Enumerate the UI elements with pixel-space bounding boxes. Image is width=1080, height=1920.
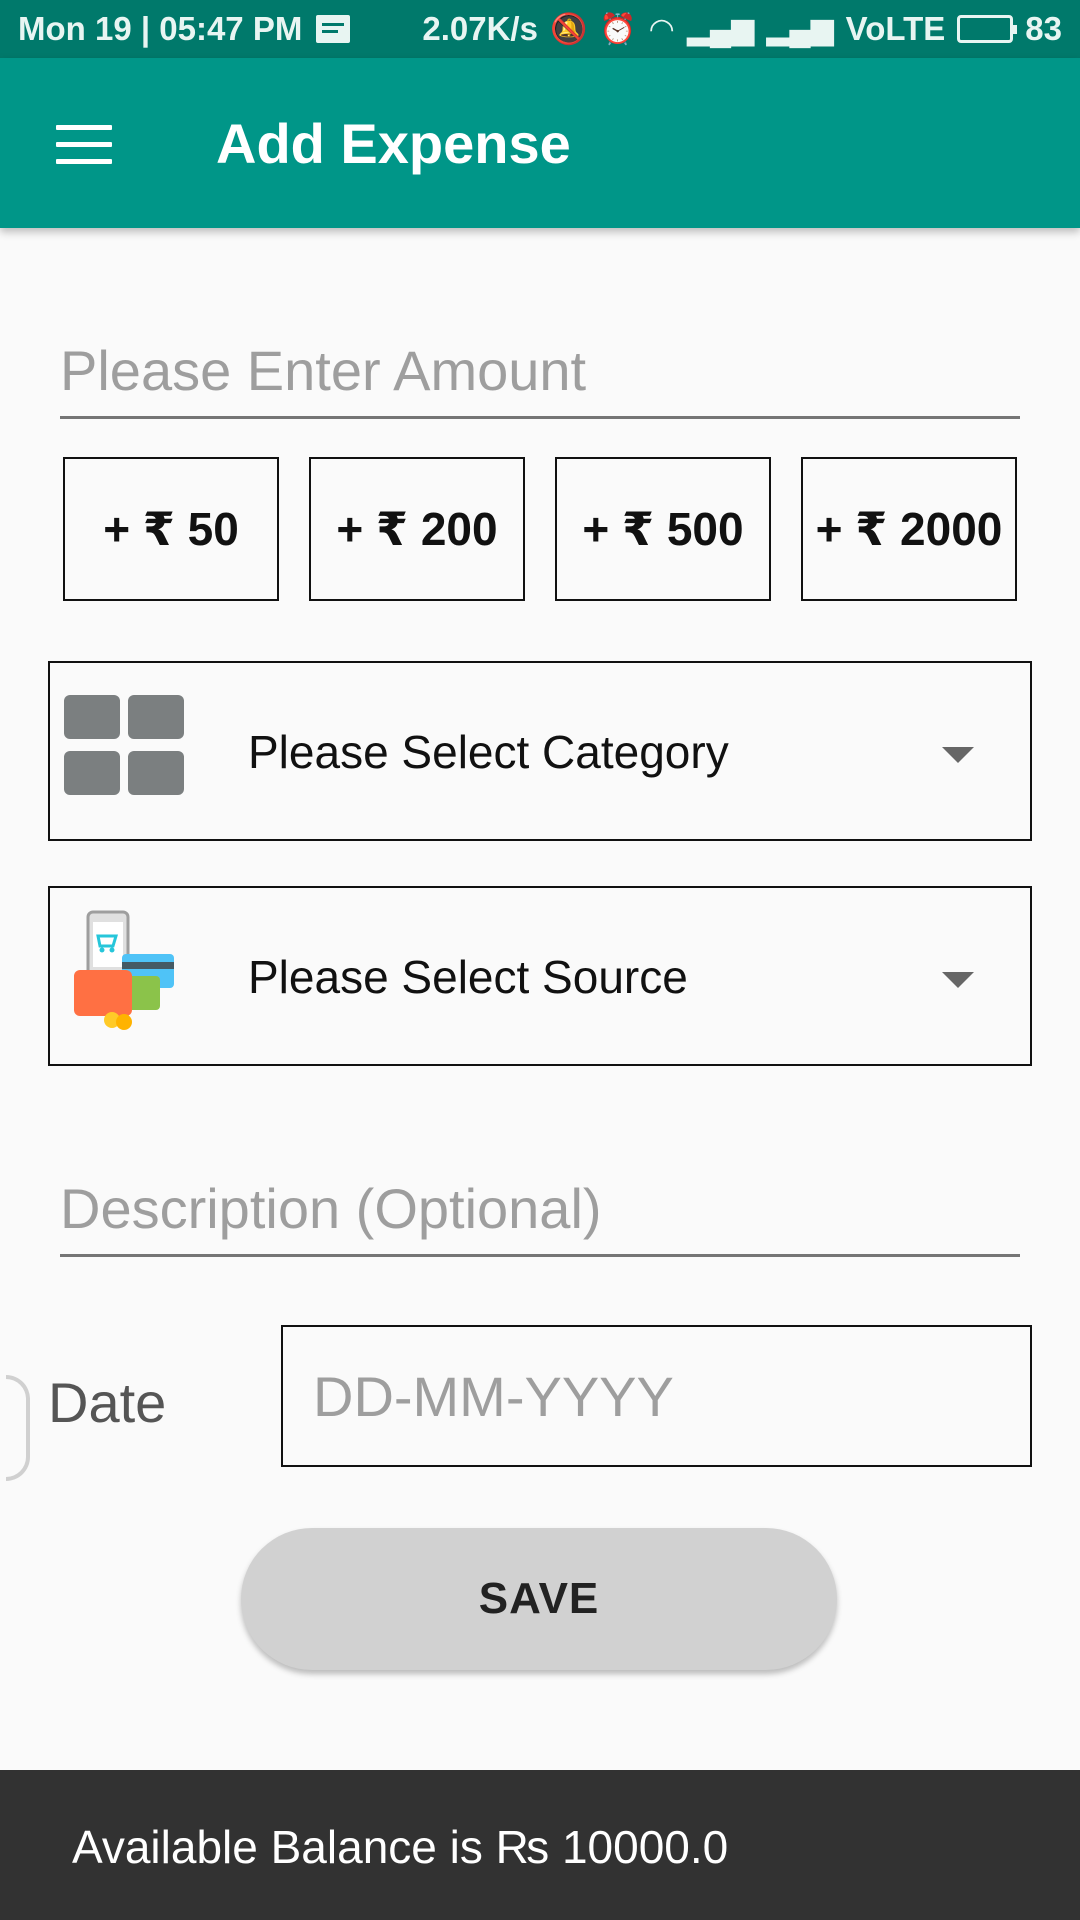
hamburger-menu-icon[interactable]	[56, 125, 112, 165]
add-500-button[interactable]: + ₹ 500	[555, 457, 771, 601]
date-input[interactable]	[281, 1325, 1032, 1467]
signal-icon: ▂▄▆	[766, 12, 834, 46]
add-200-button[interactable]: + ₹ 200	[309, 457, 525, 601]
battery-level: 83	[1025, 10, 1062, 47]
battery-icon	[957, 15, 1018, 43]
status-time: Mon 19 | 05:47 PM	[18, 10, 303, 47]
app-bar: Add Expense	[0, 58, 1080, 228]
network-type: VoLTE	[845, 10, 946, 47]
chevron-down-icon	[942, 972, 974, 988]
balance-snackbar: Available Balance is ₨ 10000.0	[0, 1770, 1080, 1920]
amount-input[interactable]	[60, 325, 1020, 419]
signal-icon: ▂▄▆	[686, 12, 755, 46]
date-label: Date	[48, 1371, 167, 1434]
status-bar: Mon 19 | 05:47 PM 2.07K/s 🔕 ⏰ ◠ ▂▄▆ ▂▄▆ …	[0, 0, 1080, 58]
save-button[interactable]: SAVE	[241, 1528, 837, 1670]
payment-source-icon	[74, 910, 174, 1030]
category-grid-icon	[64, 695, 186, 797]
screen: Mon 19 | 05:47 PM 2.07K/s 🔕 ⏰ ◠ ▂▄▆ ▂▄▆ …	[0, 0, 1080, 1920]
source-select[interactable]: Please Select Source	[48, 886, 1032, 1066]
alarm-icon: ⏰	[599, 12, 637, 46]
available-balance-text: Available Balance is ₨ 10000.0	[72, 1821, 729, 1873]
page-title: Add Expense	[216, 112, 571, 175]
drawer-edge-handle[interactable]	[6, 1375, 30, 1481]
chevron-down-icon	[942, 747, 974, 763]
add-2000-button[interactable]: + ₹ 2000	[801, 457, 1017, 601]
wifi-icon: ◠	[648, 12, 675, 46]
notification-icon	[316, 15, 351, 43]
add-50-button[interactable]: + ₹ 50	[63, 457, 279, 601]
description-input[interactable]	[60, 1163, 1020, 1257]
category-select-label: Please Select Category	[248, 726, 729, 778]
source-select-label: Please Select Source	[248, 951, 688, 1003]
category-select[interactable]: Please Select Category	[48, 661, 1032, 841]
bell-off-icon: 🔕	[549, 12, 588, 46]
network-speed: 2.07K/s	[422, 10, 538, 47]
